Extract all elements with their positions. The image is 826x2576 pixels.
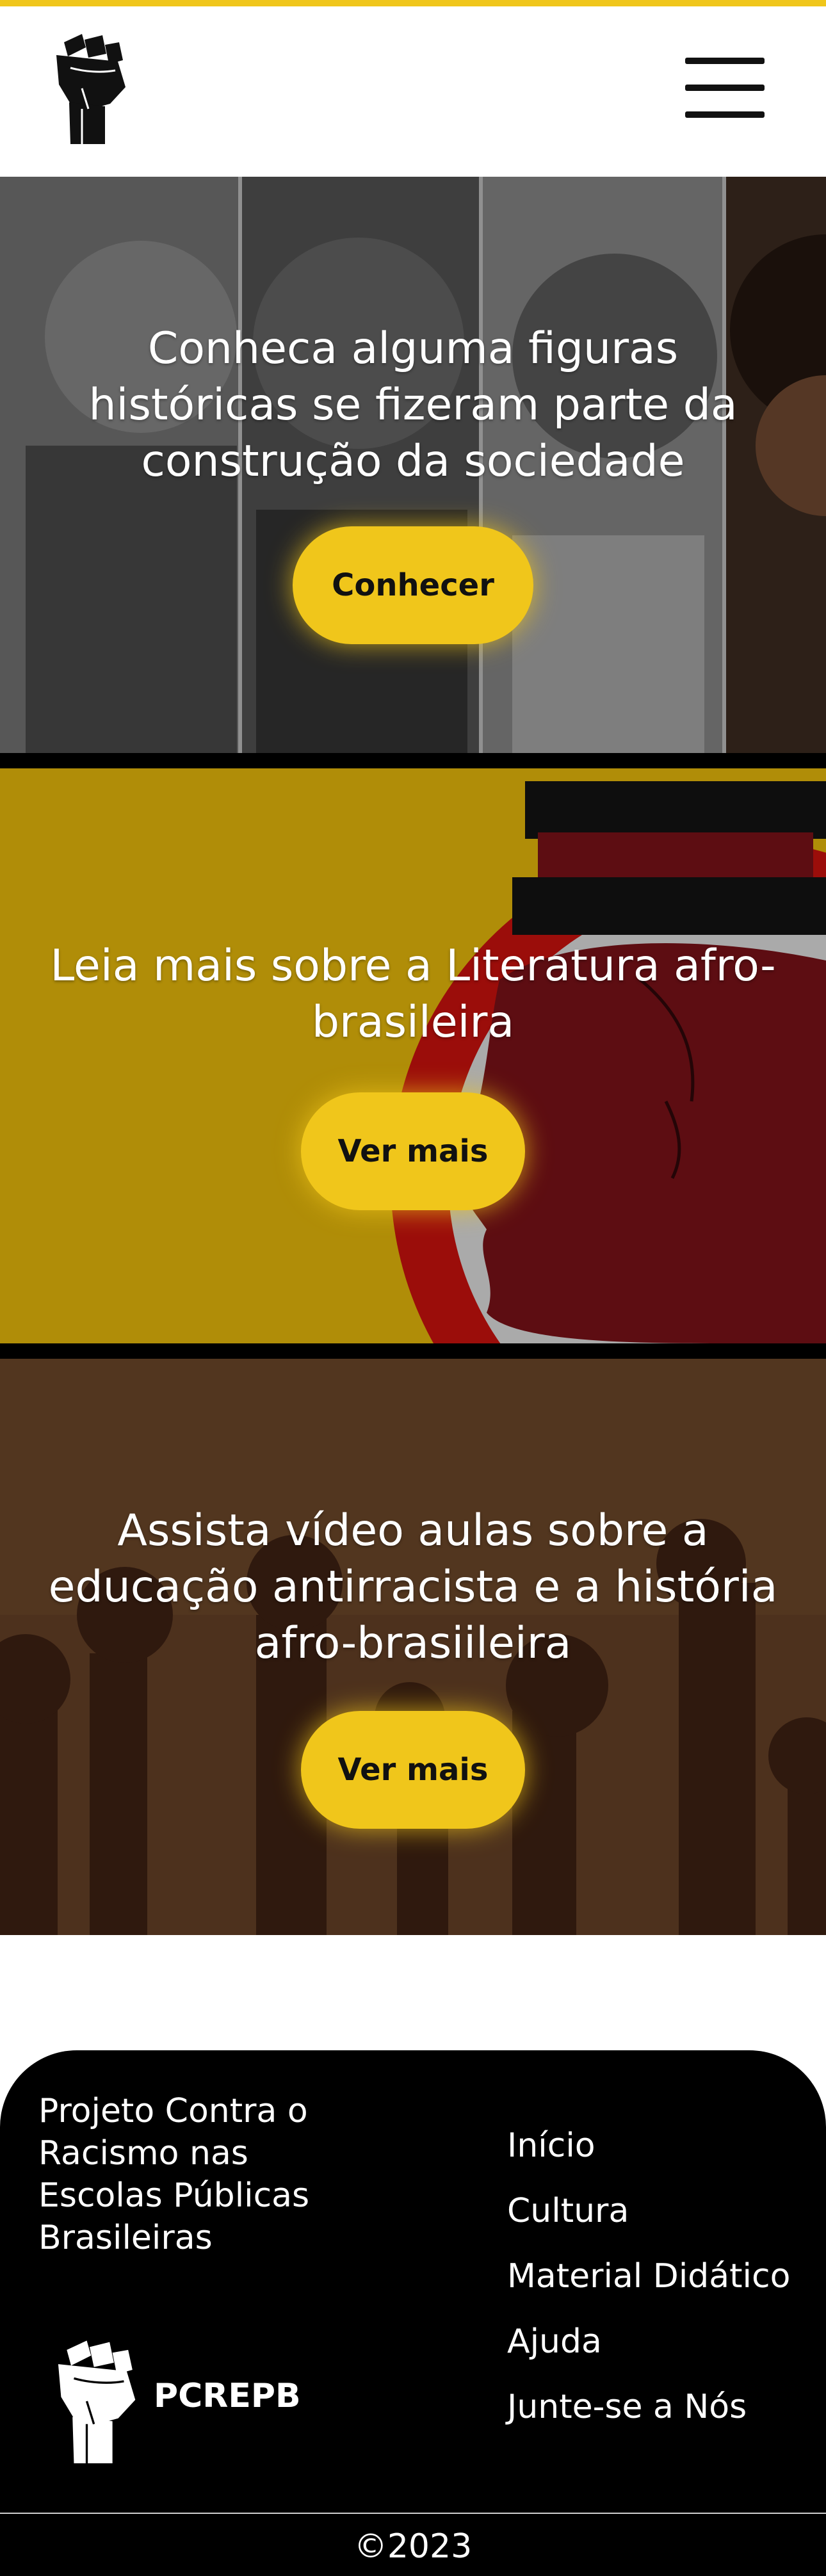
section-divider bbox=[0, 753, 826, 768]
section-divider bbox=[0, 1343, 826, 1359]
video-lessons-banner: Assista vídeo aulas sobre a educação ant… bbox=[0, 1359, 826, 1935]
video-ver-mais-button[interactable]: Ver mais bbox=[301, 1711, 525, 1829]
footer-nav: Início Cultura Material Didático Ajuda J… bbox=[507, 2113, 790, 2440]
literature-banner: Leia mais sobre a Literatura afro-brasil… bbox=[0, 768, 826, 1343]
top-accent-stripe bbox=[0, 0, 826, 6]
footer-divider bbox=[0, 2513, 826, 2514]
footer-link-ajuda[interactable]: Ajuda bbox=[507, 2309, 790, 2374]
menu-toggle-button[interactable] bbox=[685, 58, 765, 122]
footer-project-name: Projeto Contra o Racismo nas Escolas Púb… bbox=[38, 2092, 310, 2257]
raised-fist-icon[interactable] bbox=[51, 32, 129, 144]
footer-link-inicio[interactable]: Início bbox=[507, 2113, 790, 2178]
historical-figures-banner: Conheca alguma figuras históricas se fiz… bbox=[0, 177, 826, 753]
footer-copyright: ©2023 bbox=[353, 2527, 473, 2566]
site-footer: Projeto Contra o Racismo nas Escolas Púb… bbox=[0, 2050, 826, 2576]
footer-brand-name: PCREPB bbox=[154, 2377, 301, 2415]
footer-link-cultura[interactable]: Cultura bbox=[507, 2178, 790, 2244]
video-lessons-text: Assista vídeo aulas sobre a educação ant… bbox=[48, 1505, 778, 1669]
raised-fist-icon bbox=[58, 2340, 136, 2463]
historical-figures-text: Conheca alguma figuras históricas se fiz… bbox=[88, 323, 738, 487]
afro-brazilian-woman-illustration bbox=[0, 768, 826, 1343]
footer-link-junte-se[interactable]: Junte-se a Nós bbox=[507, 2374, 790, 2440]
footer-link-material-didatico[interactable]: Material Didático bbox=[507, 2244, 790, 2309]
conhecer-button[interactable]: Conhecer bbox=[293, 526, 533, 644]
literature-ver-mais-button[interactable]: Ver mais bbox=[301, 1092, 525, 1210]
literature-text: Leia mais sobre a Literatura afro-brasil… bbox=[50, 941, 776, 1048]
hamburger-line bbox=[685, 58, 765, 64]
hamburger-line bbox=[685, 111, 765, 118]
hamburger-line bbox=[685, 85, 765, 91]
navbar bbox=[0, 6, 826, 177]
